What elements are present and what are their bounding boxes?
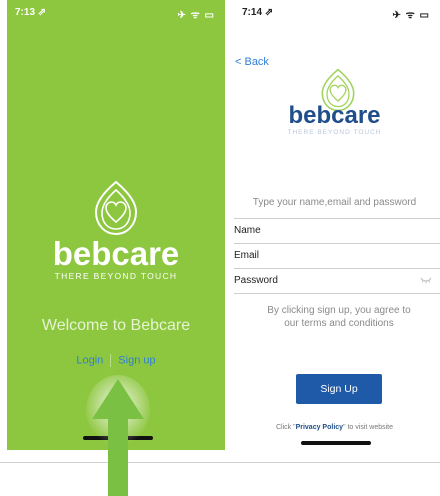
- arrow-up-icon: [86, 375, 150, 496]
- privacy-suffix: " to visit website: [343, 424, 394, 431]
- privacy-text: Click "Privacy Policy" to visit website: [229, 424, 440, 431]
- password-field[interactable]: Password: [234, 268, 440, 294]
- email-field-label: Email: [234, 250, 260, 261]
- status-time: 7:13 ⇗: [15, 7, 47, 18]
- brand-name: bebcare: [52, 235, 180, 272]
- status-icons: ✈ ᯤ ▭: [392, 10, 430, 21]
- link-divider: [110, 354, 112, 367]
- divider-line: [0, 462, 440, 463]
- welcome-title: Welcome to Bebcare: [41, 317, 191, 334]
- eye-closed-icon[interactable]: [420, 276, 432, 284]
- signup-link[interactable]: Sign up: [118, 354, 155, 366]
- terms-text: By clicking sign up, you agree to our te…: [267, 305, 411, 329]
- bebcare-logo-icon: [94, 180, 138, 236]
- signup-instructions: Type your name,email and password: [252, 197, 417, 208]
- name-field[interactable]: Name: [234, 218, 440, 243]
- password-field-label: Password: [234, 275, 278, 286]
- email-field[interactable]: Email: [234, 243, 440, 268]
- privacy-policy-link[interactable]: Privacy Policy: [296, 424, 343, 431]
- signup-screen: 7:14 ⇗ ✈ ᯤ ▭ < Back bebcare THERE BEYOND…: [229, 0, 440, 450]
- name-field-label: Name: [234, 225, 261, 236]
- home-indicator: [301, 441, 371, 445]
- status-bar: 7:13 ⇗ ✈ ᯤ ▭: [7, 7, 225, 21]
- signup-button[interactable]: Sign Up: [296, 374, 382, 404]
- brand-name: bebcare: [288, 102, 381, 129]
- brand-tagline: THERE BEYOND TOUCH: [54, 271, 178, 281]
- status-time: 7:14 ⇗: [242, 7, 274, 18]
- brand-tagline: THERE BEYOND TOUCH: [287, 129, 382, 136]
- status-bar: 7:14 ⇗ ✈ ᯤ ▭: [229, 7, 440, 21]
- auth-links: Login Sign up: [7, 354, 225, 367]
- login-link[interactable]: Login: [76, 354, 103, 366]
- privacy-prefix: Click ": [275, 424, 296, 431]
- status-icons: ✈ ᯤ ▭: [177, 10, 215, 21]
- back-button[interactable]: < Back: [235, 56, 269, 68]
